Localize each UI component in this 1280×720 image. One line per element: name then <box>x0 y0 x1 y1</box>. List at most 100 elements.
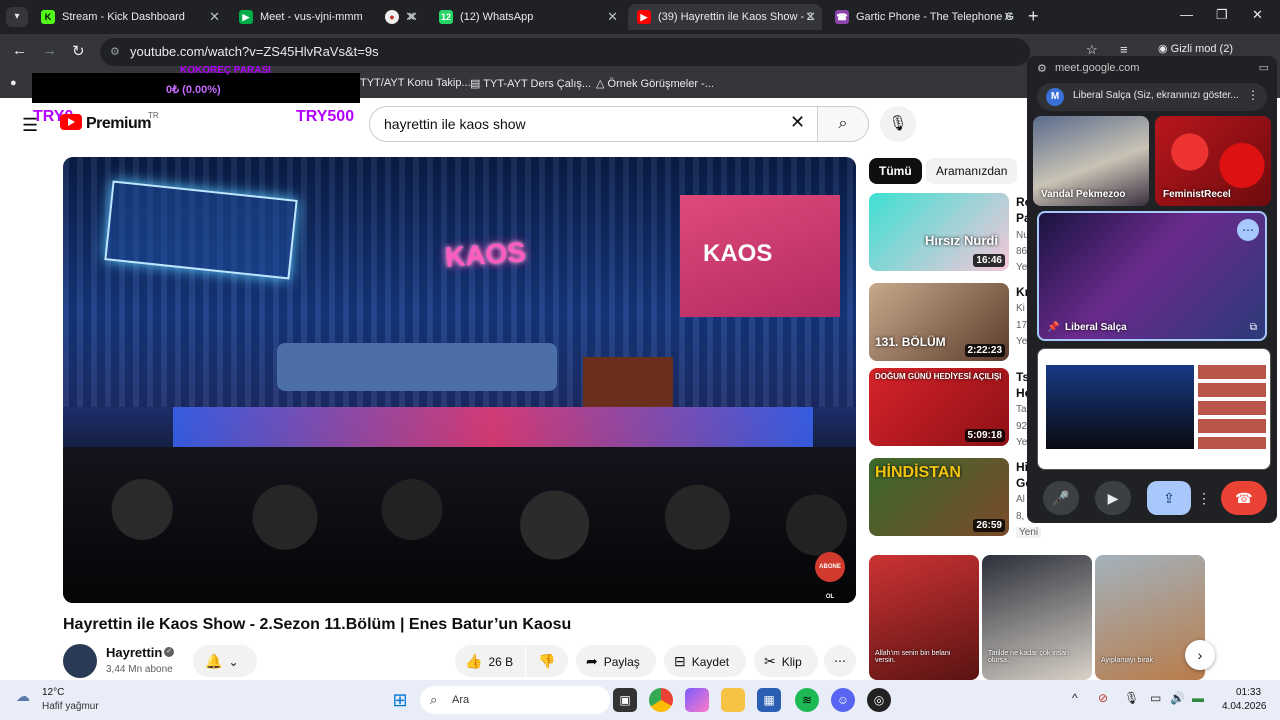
pip-icon[interactable]: ⧉ <box>1250 322 1257 333</box>
clock-time[interactable]: 01:33 <box>1236 687 1261 698</box>
tab-youtube[interactable]: ▶ (39) Hayrettin ile Kaos Show - 2 ✕ <box>628 4 822 30</box>
more-actions-button[interactable]: ⋯ <box>824 645 856 677</box>
recommendation-thumbnail[interactable]: HİNDİSTAN 26:59 <box>869 458 1009 536</box>
chrome-icon[interactable] <box>649 688 673 712</box>
task-view-icon[interactable]: ▣ <box>613 688 637 712</box>
channel-avatar[interactable] <box>63 644 97 678</box>
hamburger-menu-icon[interactable]: ☰ <box>22 115 38 136</box>
recommendation-thumbnail[interactable]: 131. BÖLÜM 2:22:23 <box>869 283 1009 361</box>
share-button[interactable]: ➦ Paylaş <box>576 645 656 677</box>
close-icon[interactable]: ✕ <box>407 4 418 30</box>
donation-goal-max: TRY500 <box>296 108 355 125</box>
dislike-button[interactable]: 👎 <box>526 645 568 677</box>
drive-icon: △ <box>596 78 608 90</box>
shorts-card[interactable]: Tatilde ne kadar çok insan olursa... <box>982 555 1092 680</box>
reading-list-icon[interactable]: ≡ <box>1120 42 1128 57</box>
youtube-premium-logo[interactable]: Premium <box>86 115 151 133</box>
bookmark-item[interactable]: TYT/AYT Konu Takip... <box>360 77 471 89</box>
tab-title: Gartic Phone - The Telephone G <box>856 11 1014 23</box>
back-icon[interactable]: ← <box>12 42 27 59</box>
tab-search-icon[interactable]: ▾ <box>6 7 28 27</box>
recommendation-thumbnail[interactable]: DOĞUM GÜNÜ HEDİYESİ AÇILIŞI 5:09:18 <box>869 368 1009 446</box>
participant-tile-active[interactable]: ⋯ Liberal Salça 📌 ⧉ <box>1037 211 1267 341</box>
mic-toggle-button[interactable]: 🎤 <box>1043 481 1079 515</box>
tray-network-icon[interactable]: ▭ <box>1150 691 1161 705</box>
site-info-icon[interactable]: ⚙ <box>110 38 120 66</box>
weather-rain-icon[interactable]: ☁ <box>16 688 30 705</box>
more-vert-icon[interactable]: ⋮ <box>1247 88 1259 102</box>
reload-icon[interactable]: ↻ <box>72 42 85 60</box>
forward-icon[interactable]: → <box>42 42 57 59</box>
subscribe-watermark-icon[interactable]: ABONE OL <box>815 552 845 600</box>
weather-desc[interactable]: Hafif yağmur <box>42 701 99 712</box>
notification-bell-button[interactable]: 🔔 ⌄ <box>193 645 257 677</box>
file-explorer-icon[interactable] <box>721 688 745 712</box>
spotify-icon[interactable]: ≋ <box>795 688 819 712</box>
video-audience <box>63 447 856 603</box>
tab-gartic-phone[interactable]: ☎ Gartic Phone - The Telephone G ✕ <box>826 4 1020 30</box>
video-sofa <box>277 343 557 391</box>
tray-mic-icon[interactable]: 🎙 <box>1124 691 1139 705</box>
clock-date[interactable]: 4.04.2026 <box>1222 701 1267 712</box>
taskbar-search-input[interactable]: ⌕ Ara <box>420 686 610 714</box>
tab-whatsapp[interactable]: 12 (12) WhatsApp ✕ <box>430 4 624 30</box>
voice-search-button[interactable]: 🎙 <box>880 106 916 142</box>
close-icon[interactable]: ✕ <box>607 4 618 30</box>
like-button[interactable]: 👍 26 B <box>455 645 525 677</box>
address-bar[interactable]: ⚙ youtube.com/watch?v=ZS45HlvRaVs&t=9s <box>100 38 1030 66</box>
tray-overflow-icon[interactable]: ^ <box>1072 691 1078 705</box>
bookmark-item[interactable]: △ Örnek Görüşmeler -... <box>596 77 714 90</box>
recommendation-channel: Ki <box>1016 303 1025 314</box>
minimize-button[interactable]: — <box>1180 7 1193 22</box>
chip-from-search[interactable]: Aramanızdan <box>926 158 1018 184</box>
new-tab-button[interactable]: + <box>1028 6 1039 27</box>
shorts-next-button[interactable]: › <box>1185 640 1215 670</box>
channel-name[interactable]: Hayrettin <box>106 645 162 660</box>
youtube-logo-icon[interactable] <box>60 114 82 130</box>
store-icon[interactable]: ▦ <box>757 688 781 712</box>
weather-temp[interactable]: 12°C <box>42 687 64 698</box>
close-icon[interactable]: ✕ <box>805 4 816 30</box>
close-icon[interactable]: ✕ <box>209 4 220 30</box>
bookmark-item[interactable]: ▤ TYT-AYT Ders Çalış... <box>470 77 591 90</box>
recommendation-badge: Ye <box>1016 437 1028 448</box>
discord-icon[interactable]: ☺ <box>831 688 855 712</box>
video-player[interactable]: KAOS KAOS ABONE OL <box>63 157 856 603</box>
meet-pip-window: ⚙ meet.google.com ▭ M Liberal Salça (Siz… <box>1027 56 1277 523</box>
incognito-indicator[interactable]: ◉ Gizli mod (2) <box>1158 42 1233 55</box>
tab-recording[interactable]: ● ✕ <box>376 4 428 30</box>
recommendation-channel: Al <box>1016 494 1025 505</box>
presenting-banner[interactable]: M Liberal Salça (Siz, ekranınızı göster.… <box>1037 83 1267 111</box>
tray-battery-icon[interactable]: ▬ <box>1192 691 1204 705</box>
close-icon[interactable]: ✕ <box>1003 4 1014 30</box>
clip-button[interactable]: ✂ Klip <box>754 645 818 677</box>
save-button[interactable]: ⊟ Kaydet <box>664 645 746 677</box>
more-options-button[interactable]: ⋮ <box>1197 481 1211 515</box>
windows-start-icon[interactable]: ⊞ <box>388 688 412 712</box>
tab-kick-dashboard[interactable]: K Stream - Kick Dashboard ✕ <box>32 4 226 30</box>
url-text: youtube.com/watch?v=ZS45HlvRaVs&t=9s <box>130 44 379 59</box>
shorts-card[interactable]: Allah'ım senin bin belanı versin. <box>869 555 979 680</box>
participant-tile[interactable]: FeministRecel <box>1155 116 1271 206</box>
clear-search-icon[interactable]: ✕ <box>790 112 805 133</box>
camera-toggle-button[interactable]: ▶ <box>1095 481 1131 515</box>
chip-all[interactable]: Tümü <box>869 158 922 184</box>
present-screen-button[interactable]: ⇪ <box>1147 481 1191 515</box>
thumbs-up-icon: 👍 <box>465 653 483 669</box>
back-to-tab-icon[interactable]: ▭ <box>1259 61 1269 74</box>
bookmark-app-icon[interactable]: ● <box>10 77 17 89</box>
tile-more-icon[interactable]: ⋯ <box>1237 219 1259 241</box>
search-input[interactable]: hayrettin ile kaos show <box>369 106 818 142</box>
recommendation-thumbnail[interactable]: Hırsız Nurdi 16:46 <box>869 193 1009 271</box>
participant-tile[interactable]: Vandal Pekmezoo <box>1033 116 1149 206</box>
obs-icon[interactable]: ◎ <box>867 688 891 712</box>
shorts-caption: Ayıplamayı bırak <box>1101 657 1154 664</box>
tray-app-icon[interactable]: ⊘ <box>1098 691 1108 705</box>
tray-volume-icon[interactable]: 🔊 <box>1170 691 1185 705</box>
search-button[interactable]: ⌕ <box>817 106 869 142</box>
screen-share-preview[interactable] <box>1037 348 1271 470</box>
copilot-icon[interactable] <box>685 688 709 712</box>
close-window-button[interactable]: ✕ <box>1252 7 1263 23</box>
leave-call-button[interactable]: ☎ <box>1221 481 1267 515</box>
maximize-button[interactable]: ❐ <box>1216 7 1228 23</box>
